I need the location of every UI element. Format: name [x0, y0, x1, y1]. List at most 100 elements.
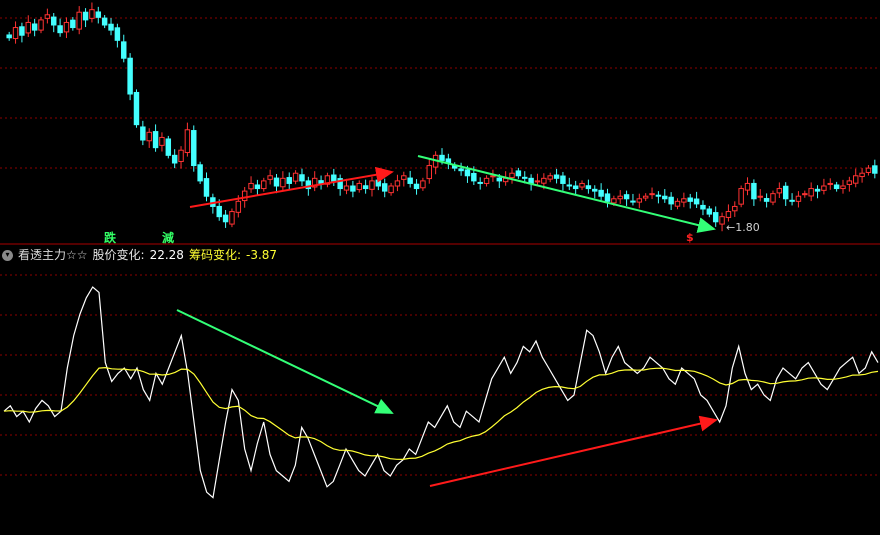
candle-body: [229, 211, 235, 225]
candle-body: [343, 185, 350, 191]
candle-body: [687, 197, 693, 202]
candle-body: [681, 198, 687, 203]
candle-body: [401, 175, 407, 180]
candle-body: [719, 216, 725, 225]
white-momentum-line: [3, 286, 879, 499]
candle-body: [560, 175, 566, 184]
candle-body: [381, 183, 388, 192]
s-signal: $: [686, 231, 694, 244]
candle-body: [534, 180, 541, 183]
candle-body: [585, 185, 592, 190]
candle-body: [630, 200, 636, 203]
candle-body: [693, 198, 700, 205]
candle-body: [604, 193, 611, 202]
candle-body: [821, 185, 827, 191]
candle-body: [439, 154, 445, 161]
candle-body: [331, 174, 337, 182]
candle-body: [553, 174, 560, 179]
candle-body: [496, 177, 503, 182]
candle-body: [261, 180, 267, 190]
candle-body: [184, 129, 191, 154]
candle-body: [388, 185, 394, 194]
candle-body: [662, 195, 668, 200]
candlestick-panel: 跌 減 $ ←1.80: [0, 0, 880, 245]
candle-body: [757, 195, 763, 198]
candle-body: [420, 180, 426, 189]
candle-body: [808, 188, 814, 197]
candle-body: [464, 169, 471, 177]
candle-body: [299, 174, 305, 182]
die-signal: 跌: [104, 231, 117, 245]
candle-body: [763, 198, 770, 202]
candle-body: [840, 185, 846, 190]
candle-body: [203, 178, 210, 197]
candle-body: [751, 182, 757, 200]
candle-body: [655, 194, 662, 197]
candle-body: [668, 196, 674, 205]
candle-body: [146, 131, 152, 142]
candle-body: [375, 179, 382, 187]
candle-body: [776, 188, 783, 194]
jian-signal: 減: [162, 231, 175, 245]
candle-body: [827, 182, 833, 185]
candle-body: [121, 41, 127, 59]
candle-body: [165, 138, 172, 156]
candle-body: [674, 200, 681, 207]
candle-body: [394, 180, 401, 187]
candle-body: [592, 188, 598, 192]
candle-body: [140, 126, 146, 141]
candle-body: [802, 193, 808, 196]
candle-body: [770, 193, 776, 203]
candle-body: [178, 149, 184, 162]
candle-body: [579, 182, 585, 188]
candle-body: [235, 200, 242, 213]
candle-body: [267, 175, 273, 180]
candle-body: [407, 177, 413, 184]
candle-body: [362, 185, 369, 190]
candle-body: [57, 25, 63, 34]
candle-body: [732, 205, 738, 212]
candle-body: [280, 177, 286, 188]
candle-body: [101, 17, 108, 26]
candle-body: [477, 181, 483, 184]
candle-body: [852, 175, 859, 184]
candle-body: [483, 177, 490, 184]
candle-body: [541, 177, 547, 184]
candle-body: [426, 165, 432, 180]
candle-body: [292, 172, 299, 182]
candle-body: [95, 11, 102, 18]
candle-body: [649, 193, 655, 196]
candle-body: [738, 188, 744, 205]
candle-body: [38, 19, 44, 31]
candle-body: [108, 23, 114, 31]
candle-body: [12, 27, 19, 40]
candle-body: [241, 190, 248, 202]
downtrend-arrow: [417, 155, 716, 233]
candle-body: [222, 214, 229, 223]
candle-body: [712, 212, 719, 223]
candle-body: [369, 180, 375, 190]
candle-body: [133, 91, 140, 126]
candle-body: [25, 21, 32, 34]
candle-body: [114, 27, 121, 41]
candle-body: [789, 199, 795, 202]
candle-body: [159, 136, 165, 146]
candle-body: [865, 167, 872, 173]
candle-body: [254, 184, 261, 190]
candle-body: [248, 182, 254, 190]
sub-uptrend-arrow: [429, 415, 718, 487]
candle-body: [19, 26, 25, 36]
candle-body: [859, 172, 865, 178]
candle-body: [725, 211, 732, 218]
low-price-label: ←1.80: [726, 221, 760, 234]
candle-body: [51, 16, 57, 26]
candle-body: [846, 180, 853, 185]
candle-body: [522, 176, 528, 179]
candle-body: [833, 184, 840, 190]
candle-body: [547, 175, 553, 180]
candle-body: [216, 205, 222, 218]
candle-body: [642, 195, 649, 199]
candle-body: [814, 188, 821, 192]
candle-body: [89, 9, 95, 19]
candle-body: [70, 19, 76, 29]
